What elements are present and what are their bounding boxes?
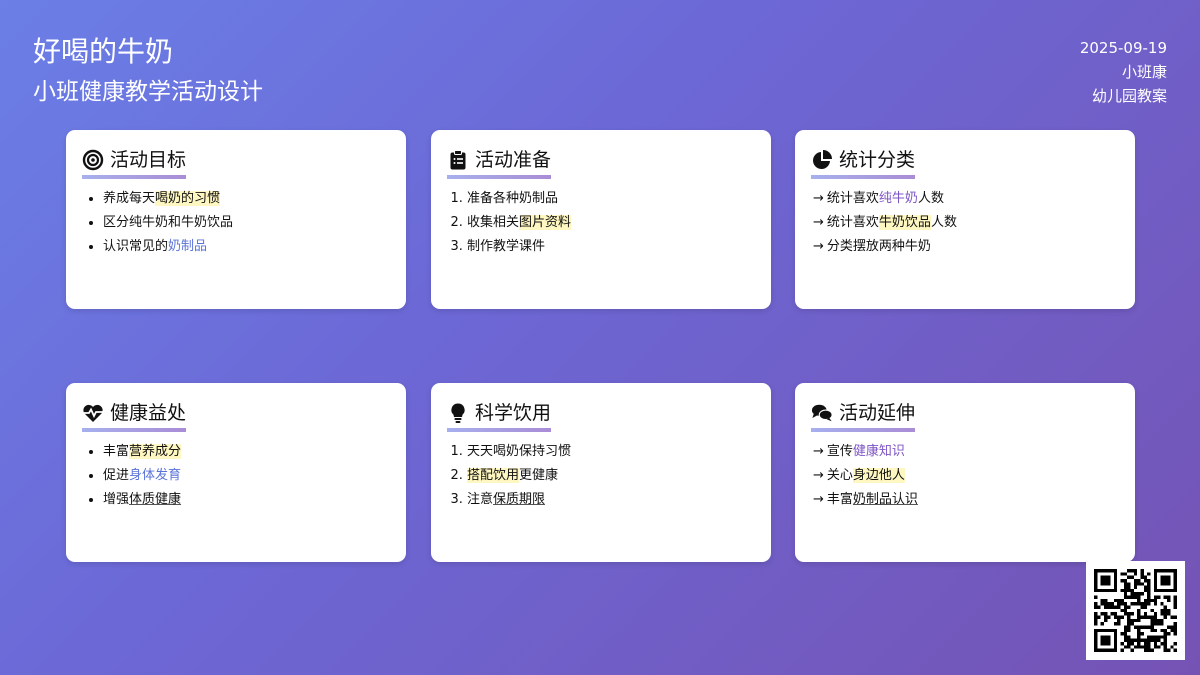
- card-health-benefits: 健康益处 丰富营养成分 促进身体发育 增强体质健康: [66, 383, 406, 562]
- pie-chart-icon: [811, 149, 833, 171]
- clipboard-icon: [447, 149, 469, 171]
- page-subtitle: 小班健康教学活动设计: [33, 79, 263, 105]
- list-item: 天天喝奶保持习惯: [467, 440, 755, 464]
- card-header: 活动目标: [82, 148, 187, 179]
- list-item: → 统计喜欢牛奶饮品人数: [813, 215, 957, 230]
- card-title: 活动目标: [110, 149, 187, 171]
- card-header: 健康益处: [82, 401, 187, 432]
- card-title: 科学饮用: [475, 402, 552, 424]
- header-meta: 2025-09-19 小班康 幼儿园教案: [1080, 36, 1167, 108]
- list-item: → 分类摆放两种牛奶: [813, 239, 931, 254]
- lightbulb-icon: [447, 402, 469, 424]
- list-item: 准备各种奶制品: [467, 187, 755, 211]
- list-item: → 关心身边他人: [813, 468, 905, 483]
- card-title: 统计分类: [839, 149, 916, 171]
- list-item: 认识常见的奶制品: [103, 235, 390, 259]
- stats-list: → 统计喜欢纯牛奶人数 → 统计喜欢牛奶饮品人数 → 分类摆放两种牛奶: [811, 187, 1119, 259]
- list-item: 注意保质期限: [467, 488, 755, 512]
- extension-list: → 宣传健康知识 → 关心身边他人 → 丰富奶制品认识: [811, 440, 1119, 512]
- list-item: 养成每天喝奶的习惯: [103, 187, 390, 211]
- list-item: 促进身体发育: [103, 464, 390, 488]
- drinking-list: 天天喝奶保持习惯 搭配饮用更健康 注意保质期限: [447, 440, 755, 512]
- card-activity-extension: 活动延伸 → 宣传健康知识 → 关心身边他人 → 丰富奶制品认识: [795, 383, 1135, 562]
- list-item: → 宣传健康知识: [813, 444, 905, 459]
- list-item: → 统计喜欢纯牛奶人数: [813, 191, 944, 206]
- date-label: 2025-09-19: [1079, 39, 1167, 57]
- card-header: 活动延伸: [811, 401, 916, 432]
- card-header: 活动准备: [447, 148, 552, 179]
- card-title: 健康益处: [110, 402, 187, 424]
- prep-list: 准备各种奶制品 收集相关图片资料 制作教学课件: [447, 187, 755, 259]
- goal-list: 养成每天喝奶的习惯 区分纯牛奶和牛奶饮品 认识常见的奶制品: [82, 187, 390, 259]
- page-title: 好喝的牛奶: [33, 35, 174, 68]
- benefit-list: 丰富营养成分 促进身体发育 增强体质健康: [82, 440, 390, 512]
- heartbeat-icon: [82, 402, 104, 424]
- target-icon: [82, 149, 104, 171]
- card-header: 统计分类: [811, 148, 916, 179]
- doc-type-label: 幼儿园教案: [1091, 87, 1167, 105]
- list-item: 区分纯牛奶和牛奶饮品: [103, 211, 390, 235]
- card-header: 科学饮用: [447, 401, 552, 432]
- list-item: 增强体质健康: [103, 488, 390, 512]
- qr-code: [1086, 561, 1185, 660]
- card-scientific-drinking: 科学饮用 天天喝奶保持习惯 搭配饮用更健康 注意保质期限: [431, 383, 771, 562]
- comments-icon: [811, 402, 833, 424]
- qr-code-icon: [1094, 569, 1177, 652]
- list-item: → 丰富奶制品认识: [813, 492, 918, 507]
- card-title: 活动准备: [475, 149, 552, 171]
- card-statistics: 统计分类 → 统计喜欢纯牛奶人数 → 统计喜欢牛奶饮品人数 → 分类摆放两种牛奶: [795, 130, 1135, 309]
- category-label: 小班康: [1121, 63, 1167, 81]
- card-activity-prep: 活动准备 准备各种奶制品 收集相关图片资料 制作教学课件: [431, 130, 771, 309]
- list-item: 丰富营养成分: [103, 440, 390, 464]
- list-item: 搭配饮用更健康: [467, 464, 755, 488]
- card-activity-goals: 活动目标 养成每天喝奶的习惯 区分纯牛奶和牛奶饮品 认识常见的奶制品: [66, 130, 406, 309]
- card-title: 活动延伸: [839, 402, 916, 424]
- list-item: 制作教学课件: [467, 235, 755, 259]
- list-item: 收集相关图片资料: [467, 211, 755, 235]
- header-left: 好喝的牛奶 小班健康教学活动设计: [33, 34, 263, 107]
